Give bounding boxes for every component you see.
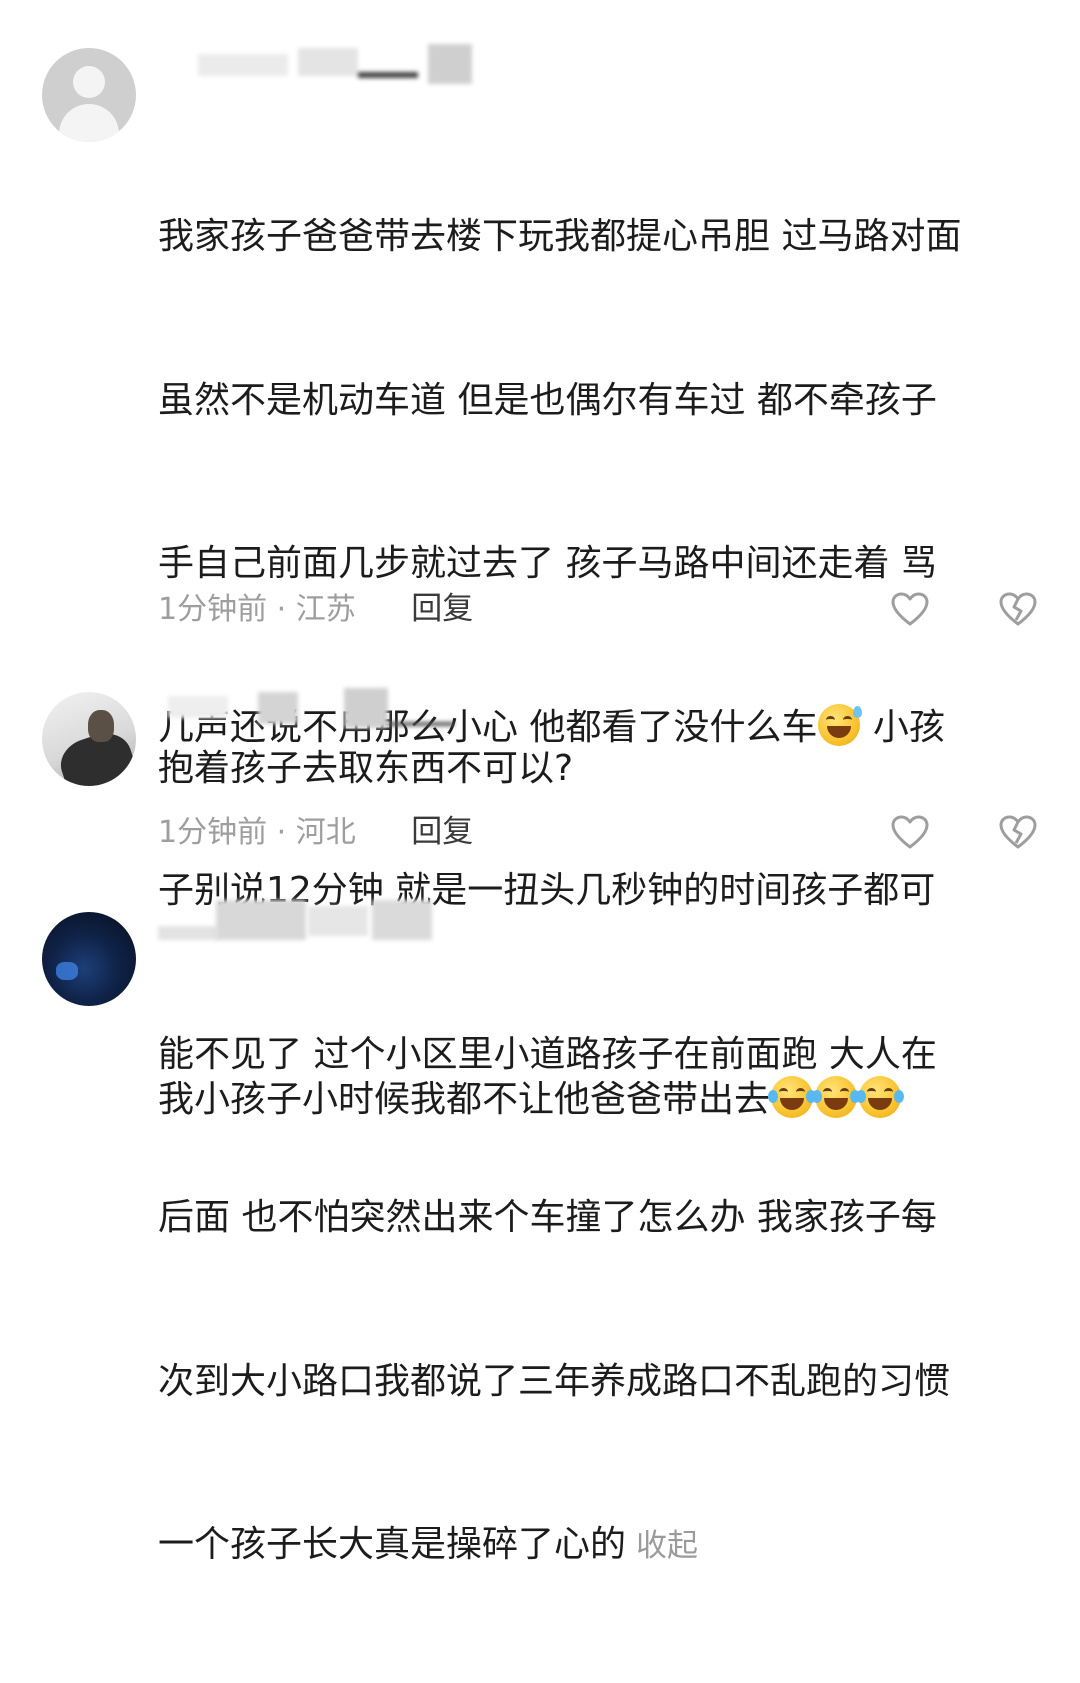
default-avatar-head [73, 66, 105, 98]
avatar-glow [56, 962, 78, 980]
avatar[interactable] [42, 692, 136, 786]
rolling-laughing-emoji-icon [812, 1076, 861, 1118]
comment-meta: 1分钟前 · 河北 回复 [158, 810, 473, 854]
comment-line: 手自己前面几步就过去了 孩子马路中间还走着 骂 [158, 543, 937, 584]
username-redacted[interactable] [158, 900, 478, 940]
username-redacted[interactable] [158, 688, 478, 728]
heart-outline-icon[interactable] [890, 590, 930, 630]
rolling-laughing-emoji-icon [768, 1076, 817, 1118]
broken-heart-icon[interactable] [998, 813, 1038, 853]
comment-text: 抱着孩子去取东西不可以? [158, 748, 574, 789]
time-location: 1分钟前 · 江苏 [158, 592, 356, 627]
avatar[interactable] [42, 48, 136, 142]
heart-outline-icon[interactable] [890, 813, 930, 853]
grinning-sweat-emoji-icon [818, 703, 863, 746]
comment-text: 我家孩子爸爸带去楼下玩我都提心吊胆 过马路对面 虽然不是机动车道 但是也偶尔有车… [158, 101, 1038, 1683]
default-avatar-shoulders [59, 104, 119, 142]
time-location: 1分钟前 · 河北 [158, 815, 356, 850]
username-redacted[interactable] [158, 44, 478, 84]
reply-button[interactable]: 回复 [411, 587, 473, 631]
avatar-person-head [88, 710, 114, 742]
comment-line: 次到大小路口我都说了三年养成路口不乱跑的习惯 [158, 1360, 951, 1402]
comment-meta: 1分钟前 · 江苏 回复 [158, 587, 473, 631]
comment-line: 我小孩子小时候我都不让他爸爸带出去 [158, 1079, 771, 1120]
comment-line-last: 一个孩子长大真是操碎了心的 收起 [158, 1518, 1038, 1574]
comment-text: 我小孩子小时候我都不让他爸爸带出去 [158, 964, 1038, 1237]
comment-line: 我家孩子爸爸带去楼下玩我都提心吊胆 过马路对面 [158, 216, 962, 257]
comment-line: 一个孩子长大真是操碎了心的 [158, 1524, 627, 1565]
comment-line-with-emoji: 我小孩子小时候我都不让他爸爸带出去 [158, 1073, 1038, 1128]
rolling-laughing-emoji-icon [856, 1076, 905, 1118]
broken-heart-icon[interactable] [998, 590, 1038, 630]
comment-line: 虽然不是机动车道 但是也偶尔有车过 都不牵孩子 [158, 379, 937, 421]
avatar[interactable] [42, 912, 136, 1006]
collapse-link[interactable]: 收起 [636, 1528, 698, 1564]
reply-button[interactable]: 回复 [411, 810, 473, 854]
